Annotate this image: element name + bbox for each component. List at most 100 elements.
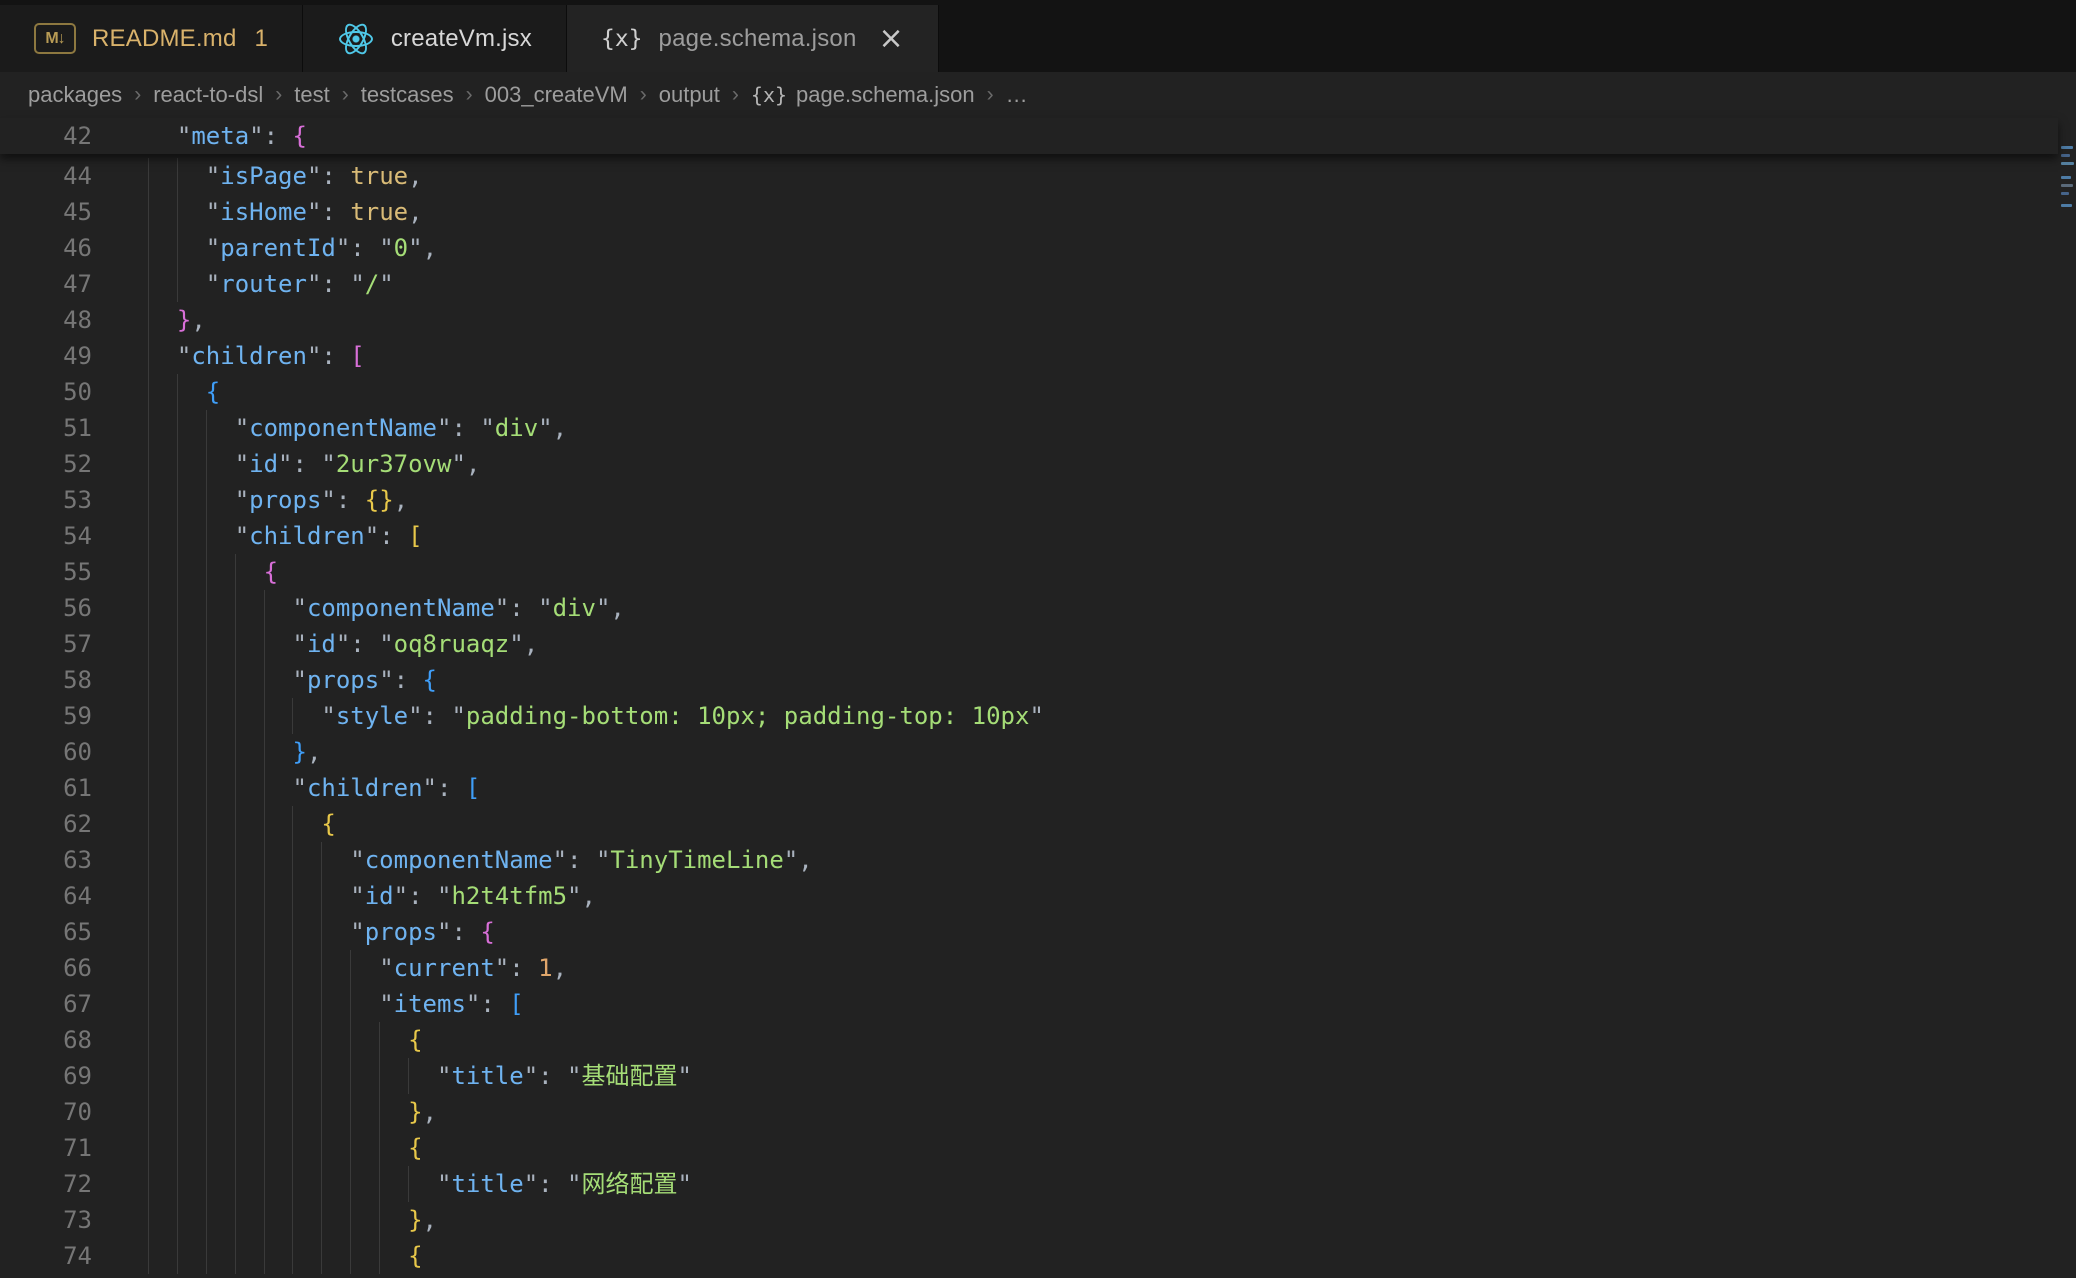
tab-createVm.jsx[interactable]: createVm.jsx — [303, 5, 567, 72]
code-line-55[interactable]: 55{ — [0, 554, 2058, 590]
line-number[interactable]: 69 — [0, 1058, 92, 1094]
close-icon[interactable]: × — [879, 24, 904, 54]
code-line-73[interactable]: 73}, — [0, 1202, 2058, 1238]
breadcrumb-item-page.schema.json[interactable]: {x}page.schema.json — [751, 82, 975, 108]
code-line-70[interactable]: 70}, — [0, 1094, 2058, 1130]
code-line-68[interactable]: 68 { — [0, 1022, 2058, 1058]
line-number[interactable]: 74 — [0, 1238, 92, 1274]
code-line-48[interactable]: 48}, — [0, 302, 2058, 338]
indent-guide — [321, 878, 322, 914]
line-number[interactable]: 71 — [0, 1130, 92, 1166]
line-number[interactable]: 53 — [0, 482, 92, 518]
code-line-67[interactable]: 67"items": [ — [0, 986, 2058, 1022]
code-line-46[interactable]: 46"parentId": "0", — [0, 230, 2058, 266]
sticky-scroll-line[interactable]: 42"meta": { — [0, 118, 2058, 154]
code-line-66[interactable]: 66"current": 1, — [0, 950, 2058, 986]
line-number[interactable]: 72 — [0, 1166, 92, 1202]
line-number[interactable]: 46 — [0, 230, 92, 266]
line-number[interactable]: 66 — [0, 950, 92, 986]
code-line-65[interactable]: 65"props": { — [0, 914, 2058, 950]
code-line-58[interactable]: 58"props": { — [0, 662, 2058, 698]
code-line-content: { — [148, 1022, 423, 1058]
breadcrumb-separator-icon: › — [466, 83, 473, 107]
code-line-54[interactable]: 54"children": [ — [0, 518, 2058, 554]
code-line-62[interactable]: 62{ — [0, 806, 2058, 842]
line-number[interactable]: 59 — [0, 698, 92, 734]
code-line-56[interactable]: 56"componentName": "div", — [0, 590, 2058, 626]
line-number[interactable]: 42 — [0, 118, 92, 154]
tab-page.schema.json[interactable]: {x}page.schema.json× — [567, 5, 939, 72]
code-line-59[interactable]: 59"style": "padding-bottom: 10px; paddin… — [0, 698, 2058, 734]
line-number[interactable]: 48 — [0, 302, 92, 338]
code-line-53[interactable]: 53"props": {}, — [0, 482, 2058, 518]
indent-guide — [148, 698, 149, 734]
code-line-42[interactable]: 42"meta": { — [0, 118, 2058, 154]
code-line-61[interactable]: 61"children": [ — [0, 770, 2058, 806]
code-line-45[interactable]: 45"isHome": true, — [0, 194, 2058, 230]
line-number[interactable]: 58 — [0, 662, 92, 698]
code-line-44[interactable]: 44"isPage": true, — [0, 158, 2058, 194]
breadcrumb-item-react-to-dsl[interactable]: react-to-dsl — [153, 82, 263, 108]
line-number[interactable]: 73 — [0, 1202, 92, 1238]
code-line-63[interactable]: 63"componentName": "TinyTimeLine", — [0, 842, 2058, 878]
line-number[interactable]: 49 — [0, 338, 92, 374]
line-number[interactable]: 47 — [0, 266, 92, 302]
line-number[interactable]: 50 — [0, 374, 92, 410]
line-number[interactable]: 45 — [0, 194, 92, 230]
code-line-52[interactable]: 52"id": "2ur37ovw", — [0, 446, 2058, 482]
indent-guide — [148, 266, 149, 302]
code-line-64[interactable]: 64"id": "h2t4tfm5", — [0, 878, 2058, 914]
code-line-74[interactable]: 74{ — [0, 1238, 2058, 1274]
line-number[interactable]: 54 — [0, 518, 92, 554]
breadcrumb-item-003_createVM[interactable]: 003_createVM — [485, 82, 628, 108]
line-number[interactable]: 62 — [0, 806, 92, 842]
breadcrumb-item-packages[interactable]: packages — [28, 82, 122, 108]
indent-guide — [148, 374, 149, 410]
line-number[interactable]: 67 — [0, 986, 92, 1022]
breadcrumb-item-…[interactable]: … — [1006, 82, 1028, 108]
indent-guide — [177, 662, 178, 698]
code-line-content: }, — [148, 734, 321, 770]
indent-guide — [235, 950, 236, 986]
line-number[interactable]: 56 — [0, 590, 92, 626]
code-line-69[interactable]: 69"title": "基础配置" — [0, 1058, 2058, 1094]
indent-guide — [292, 1166, 293, 1202]
line-number[interactable]: 61 — [0, 770, 92, 806]
line-number[interactable]: 57 — [0, 626, 92, 662]
code-line-71[interactable]: 71{ — [0, 1130, 2058, 1166]
code-line-50[interactable]: 50{ — [0, 374, 2058, 410]
line-number[interactable]: 44 — [0, 158, 92, 194]
indent-guide — [206, 878, 207, 914]
breadcrumb-item-testcases[interactable]: testcases — [361, 82, 454, 108]
code-line-72[interactable]: 72 "title": "网络配置" — [0, 1166, 2058, 1202]
line-number[interactable]: 64 — [0, 878, 92, 914]
indent-guide — [206, 1166, 207, 1202]
code-line-content: "title": "网络配置" — [148, 1166, 692, 1202]
indent-guide — [321, 1058, 322, 1094]
minimap[interactable] — [2058, 118, 2076, 1278]
line-number[interactable]: 68 — [0, 1022, 92, 1058]
indent-guide — [177, 878, 178, 914]
indent-guide — [206, 986, 207, 1022]
indent-guide — [177, 230, 178, 266]
code-line-57[interactable]: 57"id": "oq8ruaqz", — [0, 626, 2058, 662]
line-number[interactable]: 63 — [0, 842, 92, 878]
line-number[interactable]: 70 — [0, 1094, 92, 1130]
line-number[interactable]: 65 — [0, 914, 92, 950]
indent-guide — [235, 1022, 236, 1058]
code-line-60[interactable]: 60}, — [0, 734, 2058, 770]
indent-guide — [408, 1166, 409, 1202]
code-line-49[interactable]: 49"children": [ — [0, 338, 2058, 374]
line-number[interactable]: 55 — [0, 554, 92, 590]
breadcrumb-item-output[interactable]: output — [659, 82, 720, 108]
line-number[interactable]: 51 — [0, 410, 92, 446]
line-number[interactable]: 52 — [0, 446, 92, 482]
code-line-51[interactable]: 51"componentName": "div", — [0, 410, 2058, 446]
line-number[interactable]: 60 — [0, 734, 92, 770]
tab-README.md[interactable]: M↓README.md1 — [0, 5, 303, 72]
indent-guide — [177, 266, 178, 302]
breadcrumb-item-test[interactable]: test — [294, 82, 329, 108]
indent-guide — [235, 1058, 236, 1094]
code-line-47[interactable]: 47"router": "/" — [0, 266, 2058, 302]
indent-guide — [148, 1094, 149, 1130]
